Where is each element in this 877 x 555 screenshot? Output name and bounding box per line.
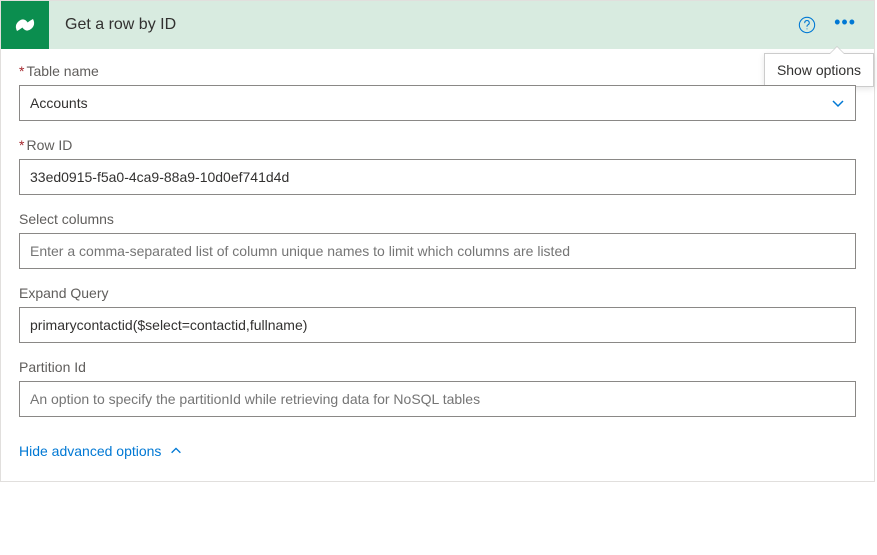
select-columns-label: Select columns [19,211,856,227]
table-name-label: *Table name [19,63,856,79]
action-card: Get a row by ID ••• Show options *Table … [0,0,875,482]
table-name-input[interactable] [19,85,856,121]
help-icon[interactable] [798,16,816,34]
more-options-icon[interactable]: ••• [834,13,856,31]
more-options-tooltip: Show options [764,53,874,87]
row-id-label: *Row ID [19,137,856,153]
table-name-select[interactable] [19,85,856,121]
expand-query-input[interactable] [19,307,856,343]
header-actions: ••• [798,16,874,34]
select-columns-input[interactable] [19,233,856,269]
expand-query-label: Expand Query [19,285,856,301]
hide-advanced-options-link[interactable]: Hide advanced options [19,433,183,473]
field-select-columns: Select columns [19,211,856,269]
dataverse-icon [11,11,39,39]
chevron-up-icon [169,444,183,458]
row-id-input[interactable] [19,159,856,195]
card-header: Get a row by ID ••• Show options [1,1,874,49]
connector-logo [1,1,49,49]
field-partition-id: Partition Id [19,359,856,417]
card-title: Get a row by ID [65,16,798,34]
field-row-id: *Row ID [19,137,856,195]
card-body: *Table name *Row ID Select columns Expan… [1,49,874,481]
field-table-name: *Table name [19,63,856,121]
partition-id-label: Partition Id [19,359,856,375]
field-expand-query: Expand Query [19,285,856,343]
partition-id-input[interactable] [19,381,856,417]
advanced-toggle-label: Hide advanced options [19,443,161,459]
